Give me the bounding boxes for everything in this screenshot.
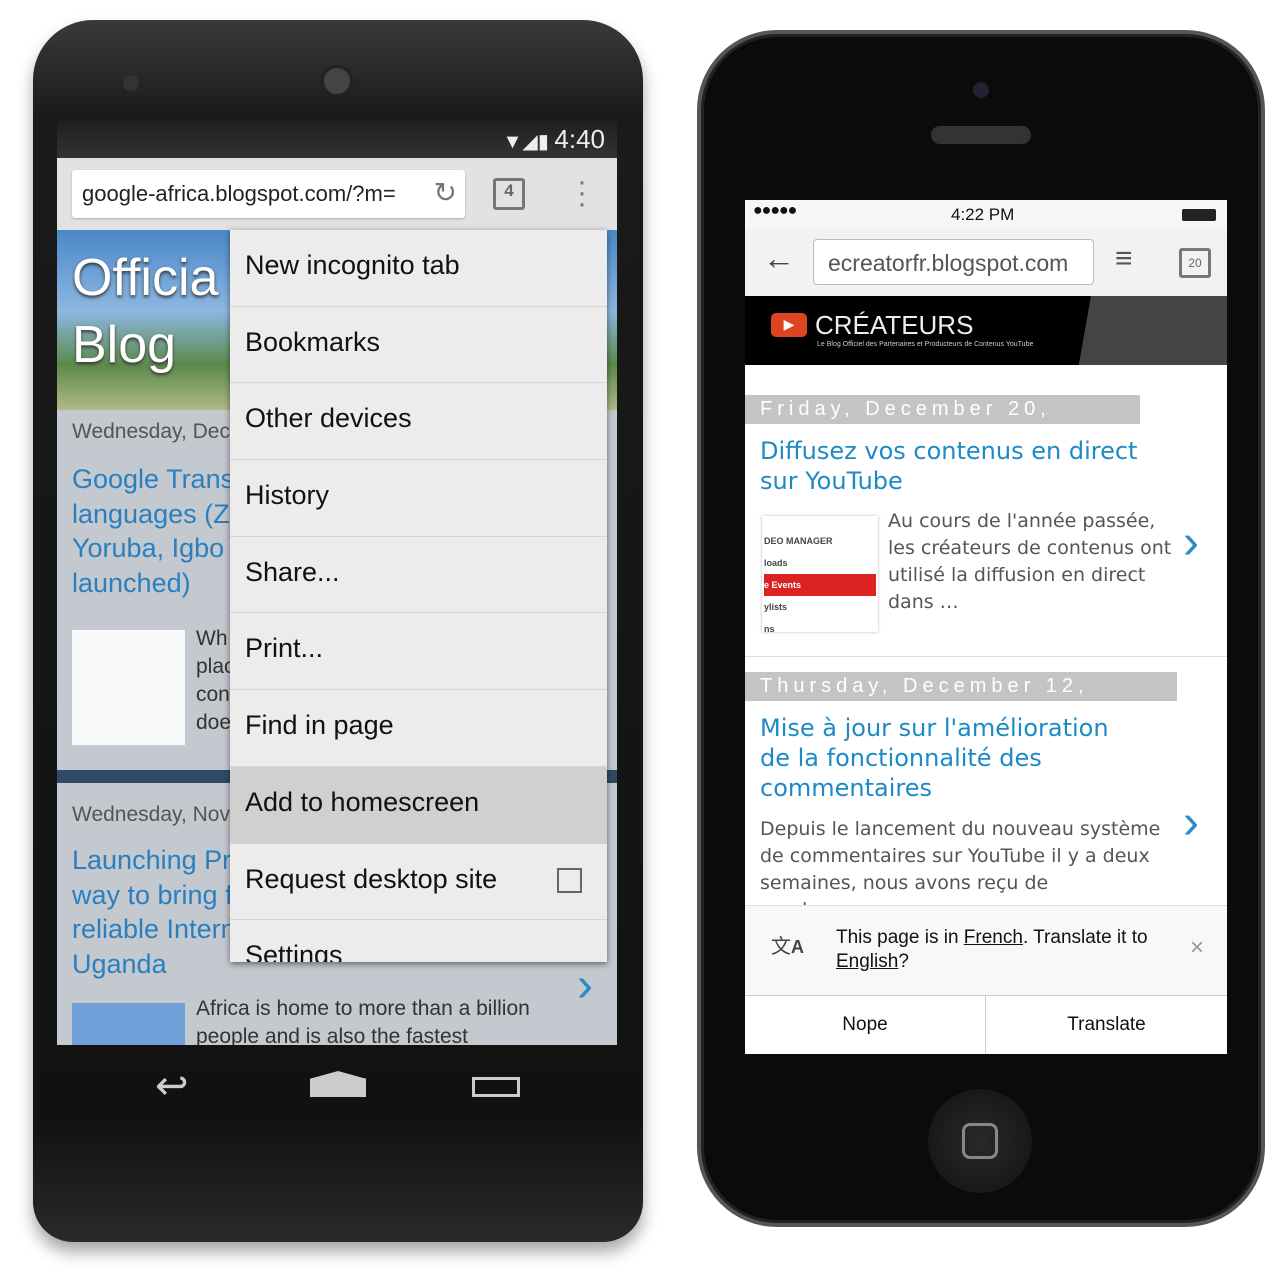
signal-dots-icon: ●●●●● — [753, 202, 797, 219]
home-icon[interactable] — [310, 1071, 366, 1097]
home-button[interactable] — [928, 1089, 1032, 1193]
iphone-screen: ●●●●● 4:22 PM ← ecreatorfr.blogspot.com … — [745, 200, 1227, 1054]
chrome-toolbar: ← ecreatorfr.blogspot.com ≡ 20 — [745, 230, 1227, 296]
hero-text: Blog — [72, 316, 177, 374]
menu-item-find-in-page[interactable]: Find in page — [230, 690, 607, 767]
blog-header: ▶ CRÉATEURS Le Blog Officiel des Partena… — [745, 296, 1227, 365]
back-arrow-icon[interactable]: ← — [763, 240, 795, 277]
clock: 4:22 PM — [951, 205, 1015, 224]
menu-item-print[interactable]: Print... — [230, 613, 607, 691]
battery-icon — [1182, 209, 1216, 221]
chrome-toolbar: google-africa.blogspot.com/?m= ↻ 4 · · · — [57, 158, 617, 230]
menu-item-settings[interactable]: Settings — [230, 920, 607, 962]
translate-button[interactable]: Translate — [986, 995, 1227, 1054]
chevron-right-icon[interactable]: › — [577, 958, 593, 1013]
translate-icon: 文A — [771, 936, 804, 958]
menu-item-add-to-homescreen[interactable]: Add to homescreen — [230, 766, 607, 844]
target-language-link[interactable]: English — [836, 951, 898, 972]
chevron-right-icon[interactable]: › — [1183, 795, 1199, 850]
post-date: Friday, December 20, 2013 — [745, 395, 1140, 443]
brand-tagline: Le Blog Officiel des Partenaires et Prod… — [817, 341, 1034, 348]
post-title[interactable]: Launching Pr way to bring f reliable Inter… — [72, 843, 236, 981]
earpiece — [931, 126, 1031, 144]
nope-button[interactable]: Nope — [745, 995, 986, 1054]
hero-text: Officia — [72, 249, 219, 307]
menu-item-other-devices[interactable]: Other devices — [230, 383, 607, 461]
status-bar: ▼◢▮ 4:40 — [57, 120, 617, 158]
brand-title: CRÉATEURS — [815, 310, 974, 340]
sensor — [123, 75, 139, 91]
url-bar[interactable]: google-africa.blogspot.com/?m= ↻ — [72, 170, 465, 218]
divider — [745, 656, 1227, 657]
overflow-menu: New incognito tab Bookmarks Other device… — [230, 230, 607, 962]
post-date: Wednesday, Dec — [72, 420, 230, 443]
status-bar: ●●●●● 4:22 PM — [745, 200, 1227, 230]
desktop-site-checkbox[interactable] — [557, 867, 582, 893]
tab-count: 20 — [1188, 256, 1202, 270]
url-text: ecreatorfr.blogspot.com — [828, 250, 1069, 276]
post-title[interactable]: Mise à jour sur l'amélioration de la fon… — [760, 713, 1130, 803]
overflow-menu-icon[interactable]: · · · — [577, 167, 587, 219]
front-camera — [321, 65, 353, 97]
post-thumbnail — [72, 630, 185, 745]
menu-item-bookmarks[interactable]: Bookmarks — [230, 307, 607, 384]
menu-item-request-desktop-site[interactable]: Request desktop site — [230, 844, 607, 921]
post-snippet: Wh plac con doe — [196, 627, 235, 734]
translate-infobar: 文A This page is in French. Translate it … — [745, 905, 1227, 995]
youtube-play-icon: ▶ — [771, 313, 807, 337]
chevron-right-icon[interactable]: › — [1183, 515, 1199, 570]
menu-item-label: Request desktop site — [245, 863, 498, 894]
wifi-signal-battery-icon: ▼◢▮ — [502, 131, 555, 153]
close-icon[interactable]: × — [1190, 934, 1204, 962]
post-title[interactable]: Diffusez vos contenus en direct sur YouT… — [760, 436, 1150, 496]
tab-count: 4 — [504, 181, 514, 200]
front-camera — [973, 82, 989, 98]
url-bar[interactable]: ecreatorfr.blogspot.com — [813, 239, 1094, 285]
source-language-link[interactable]: French — [964, 927, 1023, 948]
menu-item-history[interactable]: History — [230, 460, 607, 537]
recents-icon[interactable] — [472, 1077, 520, 1097]
menu-icon[interactable]: ≡ — [1115, 242, 1133, 276]
menu-item-share[interactable]: Share... — [230, 537, 607, 614]
post-excerpt: Au cours de l'année passée, les créateur… — [888, 510, 1172, 613]
home-square-icon — [962, 1123, 998, 1159]
android-screen: ▼◢▮ 4:40 google-africa.blogspot.com/?m= ↻… — [57, 120, 617, 1045]
clock: 4:40 — [554, 124, 605, 154]
tab-switcher-button[interactable]: 4 — [493, 178, 525, 210]
menu-item-new-incognito-tab[interactable]: New incognito tab — [230, 230, 607, 307]
back-icon[interactable]: ↩ — [155, 1063, 189, 1109]
android-nav-bar: ↩ — [57, 1045, 617, 1130]
post-date: Wednesday, Nov — [72, 803, 230, 826]
post-title[interactable]: Google Trans languages (Z Yoruba, Igbo laun… — [72, 462, 234, 600]
reload-icon[interactable]: ↻ — [434, 176, 457, 209]
post-date: Thursday, December 12, 2013 — [745, 672, 1177, 720]
post-thumbnail — [72, 1003, 185, 1045]
url-text: google-africa.blogspot.com/?m= — [82, 181, 396, 206]
tab-switcher-button[interactable]: 20 — [1179, 248, 1211, 278]
post-thumbnail: DEO MANAGER loads e Events ylists ns — [762, 516, 878, 632]
translate-message: This page is in French. Translate it to … — [836, 927, 1148, 972]
post-snippet: Africa is home to more than a billion peo… — [196, 997, 530, 1045]
